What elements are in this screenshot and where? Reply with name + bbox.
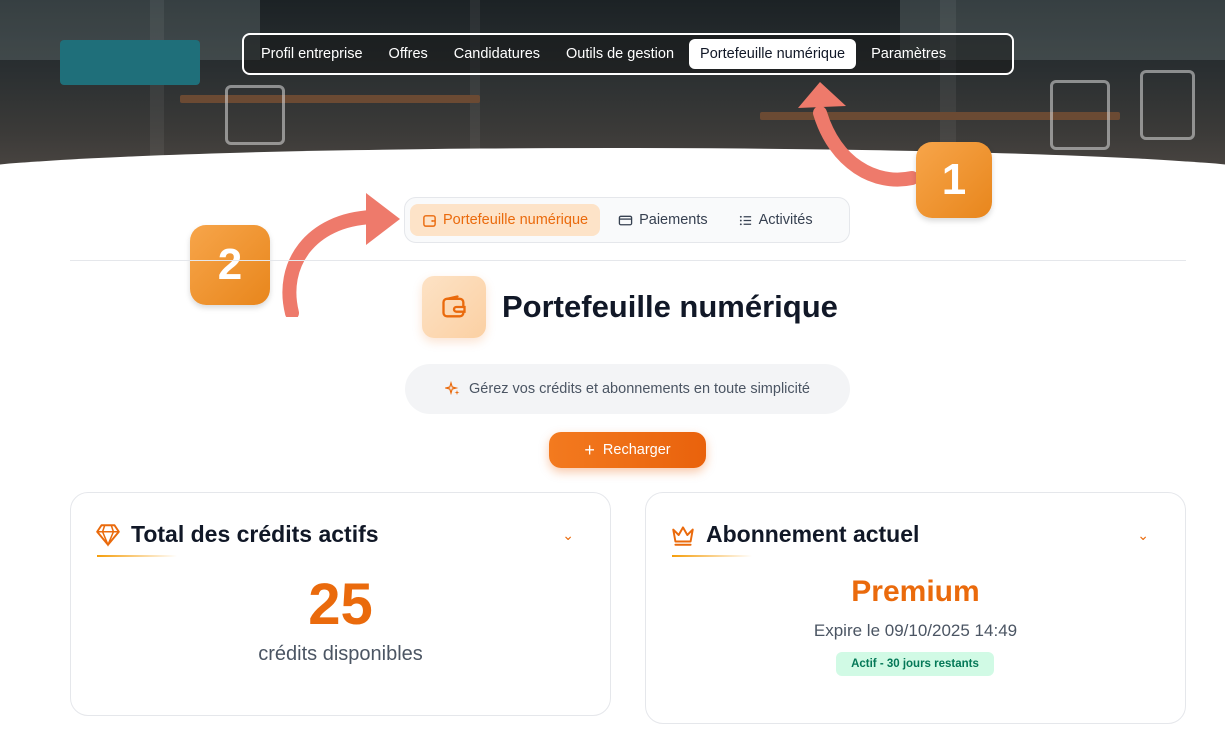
hero-curve [0,148,1225,175]
arrow-1-icon [798,82,919,187]
credits-label: crédits disponibles [258,643,423,665]
section-divider [70,260,1186,261]
nav-item-candidatures[interactable]: Candidatures [443,39,551,69]
crown-icon [672,525,694,546]
arrow-2-icon [282,193,400,317]
tab-label: Activités [758,212,813,228]
credits-value: 25 [308,572,373,637]
sofa [60,40,200,85]
page-title: Portefeuille numérique [502,289,838,324]
tab-portefeuille-numerique[interactable]: Portefeuille numérique [410,204,601,236]
tab-label: Portefeuille numérique [443,212,589,228]
subscription-card: Abonnement actuel ⌄ Premium Expire le 09… [645,492,1186,724]
status-badge: Actif - 30 jours restants [836,652,994,676]
title-underline [97,555,177,557]
chair [225,85,285,145]
wallet-icon [423,214,436,227]
chair [1140,70,1195,140]
subscription-card-title: Abonnement actuel [706,521,920,547]
list-icon [739,215,751,225]
sparkles-icon [445,381,460,396]
subtitle-text: Gérez vos crédits et abonnements en tout… [469,381,810,397]
nav-item-parametres[interactable]: Paramètres [860,39,957,69]
plus-icon: + [584,440,595,460]
recharge-button[interactable]: + Recharger [549,432,706,468]
chair [1050,80,1110,150]
page-wallet-icon-tile [422,276,486,338]
tab-paiements[interactable]: Paiements [606,204,720,236]
step-2-badge: 2 [190,225,270,305]
pillar [150,0,164,175]
nav-item-outils-de-gestion[interactable]: Outils de gestion [555,39,685,69]
chevron-down-icon[interactable]: ⌄ [1137,527,1149,544]
hero-banner [0,0,1225,175]
tab-activites[interactable]: Activités [726,204,825,236]
step-1-badge: 1 [916,142,992,218]
tab-label: Paiements [639,212,708,228]
recharge-label: Recharger [602,442,671,458]
credits-card: Total des crédits actifs ⌄ 25 crédits di… [70,492,611,716]
chevron-down-icon[interactable]: ⌄ [562,527,574,544]
diamond-icon [96,523,120,547]
wallet-subtabs: Portefeuille numérique Paiements Activit… [404,197,850,243]
nav-item-profil-entreprise[interactable]: Profil entreprise [250,39,374,69]
credit-card-icon [618,215,633,225]
plan-name: Premium [851,575,980,608]
credits-card-title: Total des crédits actifs [131,521,379,547]
wallet-icon [442,295,466,318]
nav-item-portefeuille-numerique[interactable]: Portefeuille numérique [689,39,857,69]
top-navigation: Profil entreprise Offres Candidatures Ou… [242,33,1014,75]
plan-expiry: Expire le 09/10/2025 14:49 [813,621,1018,640]
page-subtitle: Gérez vos crédits et abonnements en tout… [405,364,850,414]
title-underline [672,555,752,557]
nav-item-offres[interactable]: Offres [378,39,439,69]
